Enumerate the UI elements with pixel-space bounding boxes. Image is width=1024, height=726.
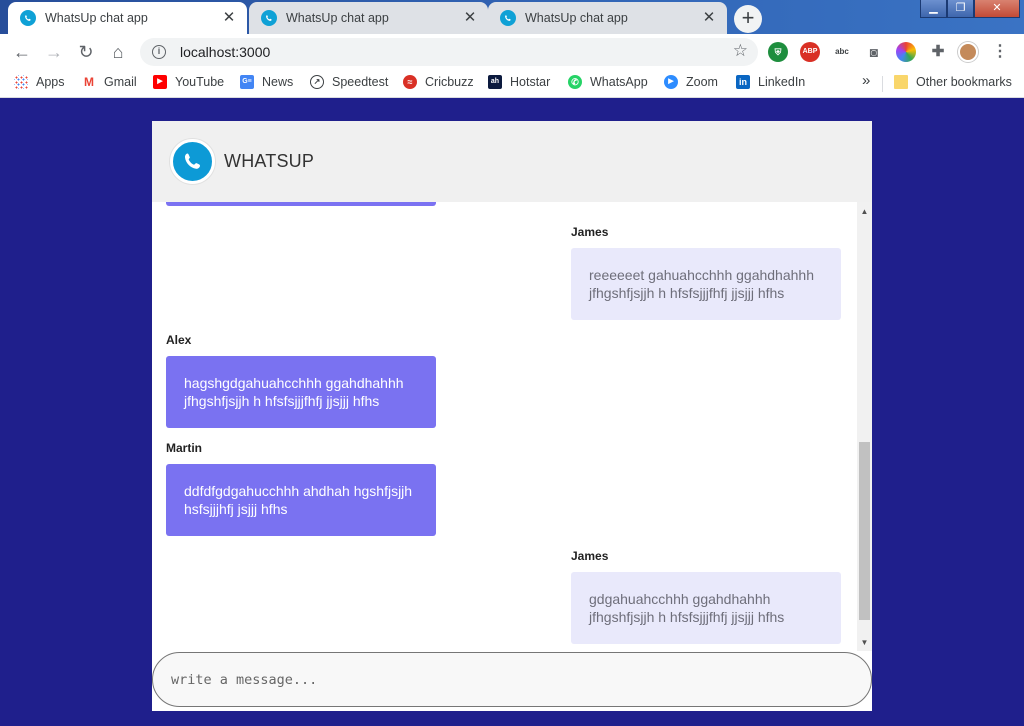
page-background: WHATSUP James reeeeeet gahuahcchhh ggahd…: [0, 98, 1024, 726]
bookmark-apps[interactable]: Apps: [14, 75, 65, 89]
bookmark-label: Zoom: [686, 75, 718, 89]
message-item: Alex hagshgdgahuahcchhh ggahdhahhh jfhgs…: [166, 333, 436, 428]
apps-grid-icon: [14, 75, 28, 89]
message-bubble: gdgahuahcchhh ggahdhahhh jfhgshfjsjjh h …: [571, 572, 841, 644]
message-bubble-partial: [166, 202, 436, 206]
bookmark-label: Speedtest: [332, 75, 389, 89]
bookmark-linkedin[interactable]: in LinkedIn: [736, 75, 805, 89]
message-input[interactable]: [152, 652, 872, 707]
whatsup-favicon-icon: [20, 10, 36, 26]
whatsapp-icon: ✆: [568, 75, 582, 89]
shield-extension-icon[interactable]: ⛨: [768, 42, 788, 62]
scrollbar-thumb[interactable]: [859, 442, 870, 620]
message-bubble: ddfdfgdgahucchhh ahdhah hgshfjsjjh hsfsj…: [166, 464, 436, 536]
browser-titlebar: WhatsUp chat app ✕ WhatsUp chat app ✕ Wh…: [0, 0, 1024, 34]
app-brand-title: WHATSUP: [224, 151, 315, 171]
profile-avatar[interactable]: [958, 42, 978, 62]
home-icon[interactable]: ⌂: [106, 40, 130, 64]
bookmark-label: Hotstar: [510, 75, 551, 89]
bookmarks-overflow-button[interactable]: »: [862, 72, 870, 89]
bookmark-label: Apps: [36, 75, 65, 89]
tab-title: WhatsUp chat app: [525, 11, 628, 25]
bookmark-label: WhatsApp: [590, 75, 648, 89]
app-header: WHATSUP: [152, 121, 872, 202]
bookmark-label: Cricbuzz: [425, 75, 474, 89]
message-list-scrollbar[interactable]: ▲ ▼: [857, 202, 872, 651]
bookmark-label: Gmail: [104, 75, 137, 89]
gmail-icon: M: [82, 75, 96, 89]
address-bar[interactable]: i localhost:3000 ☆: [140, 38, 758, 66]
hotstar-icon: ah: [488, 75, 502, 89]
color-picker-extension-icon[interactable]: [896, 42, 916, 62]
message-sender: James: [571, 549, 609, 563]
message-item: James reeeeeet gahuahcchhh ggahdhahhh jf…: [571, 225, 841, 320]
whatsup-logo-icon: [170, 139, 215, 184]
scroll-up-arrow-icon[interactable]: ▲: [860, 207, 869, 216]
tab-whatsup-2[interactable]: WhatsUp chat app ✕: [249, 2, 488, 34]
forward-arrow-icon[interactable]: →: [42, 40, 66, 64]
google-news-icon: G≡: [240, 75, 254, 89]
bookmark-label: News: [262, 75, 294, 89]
tab-whatsup-1[interactable]: WhatsUp chat app ✕: [8, 2, 247, 34]
bookmarks-divider: [882, 76, 883, 92]
message-sender: Martin: [166, 441, 202, 455]
message-list: James reeeeeet gahuahcchhh ggahdhahhh jf…: [152, 202, 857, 651]
scroll-down-arrow-icon[interactable]: ▼: [860, 638, 869, 647]
message-sender: James: [571, 225, 609, 239]
bookmark-label: LinkedIn: [758, 75, 806, 89]
tab-title: WhatsUp chat app: [45, 11, 148, 25]
site-info-icon[interactable]: i: [152, 45, 166, 59]
chat-app: WHATSUP James reeeeeet gahuahcchhh ggahd…: [152, 121, 872, 711]
message-bubble: reeeeeet gahuahcchhh ggahdhahhh jfhgshfj…: [571, 248, 841, 320]
close-tab-icon[interactable]: ✕: [221, 10, 237, 26]
new-tab-button[interactable]: +: [734, 5, 762, 33]
message-sender: Alex: [166, 333, 192, 347]
back-arrow-icon[interactable]: ←: [10, 40, 34, 64]
message-bubble: hagshgdgahuahcchhh ggahdhahhh jfhgshfjsj…: [166, 356, 436, 428]
extension-icon[interactable]: abc: [832, 42, 852, 62]
bookmark-zoom[interactable]: ▶ Zoom: [664, 75, 718, 89]
tab-whatsup-3[interactable]: WhatsUp chat app ✕: [488, 2, 727, 34]
linkedin-icon: in: [736, 75, 750, 89]
close-tab-icon[interactable]: ✕: [462, 10, 478, 26]
bookmark-cricbuzz[interactable]: ≈ Cricbuzz: [403, 75, 474, 89]
close-window-icon[interactable]: ✕: [974, 0, 1020, 18]
bookmark-youtube[interactable]: ▶ YouTube: [153, 75, 224, 89]
bookmark-news[interactable]: G≡ News: [240, 75, 293, 89]
bookmark-hotstar[interactable]: ah Hotstar: [488, 75, 550, 89]
bookmark-star-icon[interactable]: ☆: [733, 41, 748, 61]
bookmark-gmail[interactable]: M Gmail: [82, 75, 137, 89]
reload-icon[interactable]: ↻: [74, 40, 98, 64]
zoom-icon: ▶: [664, 75, 678, 89]
bookmarks-bar: Apps M Gmail ▶ YouTube G≡ News ↗ Speedte…: [0, 70, 1024, 98]
adblock-extension-icon[interactable]: ABP: [800, 42, 820, 62]
folder-icon: [894, 75, 908, 89]
youtube-icon: ▶: [153, 75, 167, 89]
browser-toolbar: ← → ↻ ⌂ i localhost:3000 ☆ ⛨ ABP abc ◙ ✚…: [0, 34, 1024, 70]
window-controls: ▁ ❐ ✕: [920, 0, 1020, 18]
close-tab-icon[interactable]: ✕: [701, 10, 717, 26]
bookmark-label: Other bookmarks: [916, 75, 1012, 89]
whatsup-favicon-icon: [261, 10, 277, 26]
message-item: Martin ddfdfgdgahucchhh ahdhah hgshfjsjj…: [166, 441, 436, 536]
speedtest-icon: ↗: [310, 75, 324, 89]
message-item: James gdgahuahcchhh ggahdhahhh jfhgshfjs…: [571, 549, 841, 644]
minimize-icon[interactable]: ▁: [920, 0, 947, 18]
cricbuzz-icon: ≈: [403, 75, 417, 89]
restore-icon[interactable]: ❐: [947, 0, 974, 18]
bookmark-label: YouTube: [175, 75, 225, 89]
composer: [152, 651, 872, 711]
overflow-chevron-icon: »: [862, 72, 871, 89]
camera-extension-icon[interactable]: ◙: [864, 42, 884, 62]
bookmark-other[interactable]: Other bookmarks: [894, 75, 1012, 89]
bookmark-speedtest[interactable]: ↗ Speedtest: [310, 75, 388, 89]
url-text: localhost:3000: [180, 44, 271, 60]
bookmark-whatsapp[interactable]: ✆ WhatsApp: [568, 75, 648, 89]
whatsup-favicon-icon: [500, 10, 516, 26]
tab-title: WhatsUp chat app: [286, 11, 389, 25]
extensions-puzzle-icon[interactable]: ✚: [928, 42, 948, 62]
menu-kebab-icon[interactable]: ⋮: [990, 42, 1010, 62]
